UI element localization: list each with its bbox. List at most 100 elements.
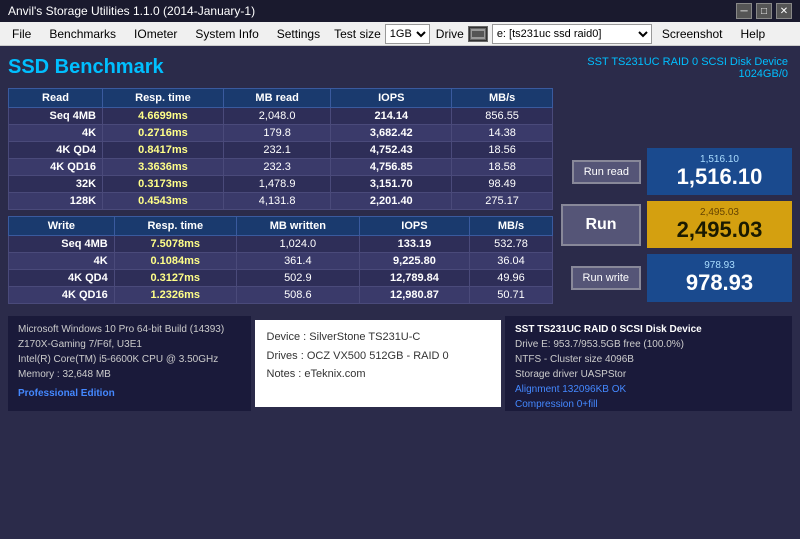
iops-header: IOPS	[331, 89, 452, 108]
drive-group: Drive e: [ts231uc ssd raid0]	[436, 24, 652, 44]
menu-screenshot[interactable]: Screenshot	[654, 23, 731, 45]
menu-file[interactable]: File	[4, 23, 39, 45]
sys-line2: Z170X-Gaming 7/F6f, U3E1	[18, 337, 241, 352]
write-mb: 508.6	[236, 287, 359, 304]
drive-label: Drive	[436, 27, 464, 41]
resp-time-header-w: Resp. time	[114, 217, 236, 236]
device-note-drives: Drives : OCZ VX500 512GB - RAID 0	[267, 347, 490, 366]
read-table-row: 128K 0.4543ms 4,131.8 2,201.40 275.17	[9, 193, 553, 210]
title-bar-controls: ─ □ ✕	[736, 3, 792, 19]
sys-line1: Microsoft Windows 10 Pro 64-bit Build (1…	[18, 322, 241, 337]
benchmark-area: Read Resp. time MB read IOPS MB/s Seq 4M…	[8, 88, 792, 310]
drive-select[interactable]: e: [ts231uc ssd raid0]	[492, 24, 652, 44]
total-score-box: 2,495.03 2,495.03	[647, 201, 792, 248]
read-resp-time: 0.2716ms	[103, 125, 224, 142]
write-table-row: 4K QD16 1.2326ms 508.6 12,980.87 50.71	[9, 287, 553, 304]
test-size-label: Test size	[334, 27, 381, 41]
resp-time-header: Resp. time	[103, 89, 224, 108]
close-button[interactable]: ✕	[776, 3, 792, 19]
write-resp-time: 1.2326ms	[114, 287, 236, 304]
read-table-row: Seq 4MB 4.6699ms 2,048.0 214.14 856.55	[9, 108, 553, 125]
read-header: Read	[9, 89, 103, 108]
read-iops: 4,756.85	[331, 159, 452, 176]
menu-help[interactable]: Help	[733, 23, 774, 45]
write-mb: 361.4	[236, 253, 359, 270]
read-mb: 4,131.8	[223, 193, 330, 210]
device-details-line5: Compression 0+fill	[515, 397, 782, 412]
write-mbs: 50.71	[470, 287, 553, 304]
read-row-label: Seq 4MB	[9, 108, 103, 125]
mbs-header-w: MB/s	[470, 217, 553, 236]
read-mbs: 18.56	[452, 142, 553, 159]
read-row-label: 4K QD16	[9, 159, 103, 176]
read-mbs: 14.38	[452, 125, 553, 142]
write-table-row: 4K 0.1084ms 361.4 9,225.80 36.04	[9, 253, 553, 270]
read-table-row: 4K QD4 0.8417ms 232.1 4,752.43 18.56	[9, 142, 553, 159]
menu-bar: File Benchmarks IOmeter System Info Sett…	[0, 22, 800, 46]
menu-iometer[interactable]: IOmeter	[126, 23, 185, 45]
read-resp-time: 4.6699ms	[103, 108, 224, 125]
read-iops: 4,752.43	[331, 142, 452, 159]
read-row-label: 128K	[9, 193, 103, 210]
write-row-label: Seq 4MB	[9, 236, 115, 253]
device-details-line1: Drive E: 953.7/953.5GB free (100.0%)	[515, 337, 782, 352]
menu-benchmarks[interactable]: Benchmarks	[41, 23, 124, 45]
benchmark-tables: Read Resp. time MB read IOPS MB/s Seq 4M…	[8, 88, 553, 310]
read-mbs: 275.17	[452, 193, 553, 210]
write-iops: 12,980.87	[359, 287, 469, 304]
device-line2: 1024GB/0	[587, 68, 788, 80]
device-details-line4: Alignment 132096KB OK	[515, 382, 782, 397]
drive-icon	[468, 26, 488, 42]
read-resp-time: 0.4543ms	[103, 193, 224, 210]
title-bar-text: Anvil's Storage Utilities 1.1.0 (2014-Ja…	[8, 4, 255, 18]
read-row-label: 4K QD4	[9, 142, 103, 159]
right-panel: Run read 1,516.10 1,516.10 Run 2,495.03 …	[561, 88, 792, 310]
ssd-title-bar: SSD Benchmark SST TS231UC RAID 0 SCSI Di…	[8, 52, 792, 84]
read-table-row: 4K 0.2716ms 179.8 3,682.42 14.38	[9, 125, 553, 142]
write-row-label: 4K QD16	[9, 287, 115, 304]
sys-line3: Intel(R) Core(TM) i5-6600K CPU @ 3.50GHz	[18, 352, 241, 367]
read-mb: 179.8	[223, 125, 330, 142]
device-details-line3: Storage driver UASPStor	[515, 367, 782, 382]
mbs-header: MB/s	[452, 89, 553, 108]
write-iops: 133.19	[359, 236, 469, 253]
device-note: Device : SilverStone TS231U-C Drives : O…	[255, 320, 502, 407]
title-bar: Anvil's Storage Utilities 1.1.0 (2014-Ja…	[0, 0, 800, 22]
maximize-button[interactable]: □	[756, 3, 772, 19]
read-table-row: 32K 0.3173ms 1,478.9 3,151.70 98.49	[9, 176, 553, 193]
write-row-label: 4K QD4	[9, 270, 115, 287]
device-note-device: Device : SilverStone TS231U-C	[267, 328, 490, 347]
menu-system-info[interactable]: System Info	[187, 23, 266, 45]
mb-read-header: MB read	[223, 89, 330, 108]
write-score-box: 978.93 978.93	[647, 254, 792, 301]
read-resp-time: 0.3173ms	[103, 176, 224, 193]
read-mbs: 18.58	[452, 159, 553, 176]
read-score-value: 1,516.10	[659, 165, 780, 189]
read-table: Read Resp. time MB read IOPS MB/s Seq 4M…	[8, 88, 553, 210]
run-button[interactable]: Run	[561, 204, 641, 246]
write-row-label: 4K	[9, 253, 115, 270]
write-mb: 502.9	[236, 270, 359, 287]
write-table: Write Resp. time MB written IOPS MB/s Se…	[8, 216, 553, 304]
run-read-button[interactable]: Run read	[572, 160, 641, 184]
read-resp-time: 3.3636ms	[103, 159, 224, 176]
write-mbs: 36.04	[470, 253, 553, 270]
total-score-value: 2,495.03	[659, 218, 780, 242]
test-size-select[interactable]: 1GB2GB4GB8GB	[385, 24, 430, 44]
sys-line4: Memory : 32,648 MB	[18, 367, 241, 382]
write-table-row: 4K QD4 0.3127ms 502.9 12,789.84 49.96	[9, 270, 553, 287]
read-mb: 2,048.0	[223, 108, 330, 125]
write-table-row: Seq 4MB 7.5078ms 1,024.0 133.19 532.78	[9, 236, 553, 253]
read-score-box: 1,516.10 1,516.10	[647, 148, 792, 195]
device-line1: SST TS231UC RAID 0 SCSI Disk Device	[587, 56, 788, 68]
run-write-button[interactable]: Run write	[571, 266, 641, 290]
read-iops: 3,682.42	[331, 125, 452, 142]
mb-written-header: MB written	[236, 217, 359, 236]
menu-settings[interactable]: Settings	[269, 23, 328, 45]
read-resp-time: 0.8417ms	[103, 142, 224, 159]
read-table-row: 4K QD16 3.3636ms 232.3 4,756.85 18.58	[9, 159, 553, 176]
write-mb: 1,024.0	[236, 236, 359, 253]
minimize-button[interactable]: ─	[736, 3, 752, 19]
write-score-value: 978.93	[659, 271, 780, 295]
device-info: SST TS231UC RAID 0 SCSI Disk Device 1024…	[587, 56, 788, 80]
